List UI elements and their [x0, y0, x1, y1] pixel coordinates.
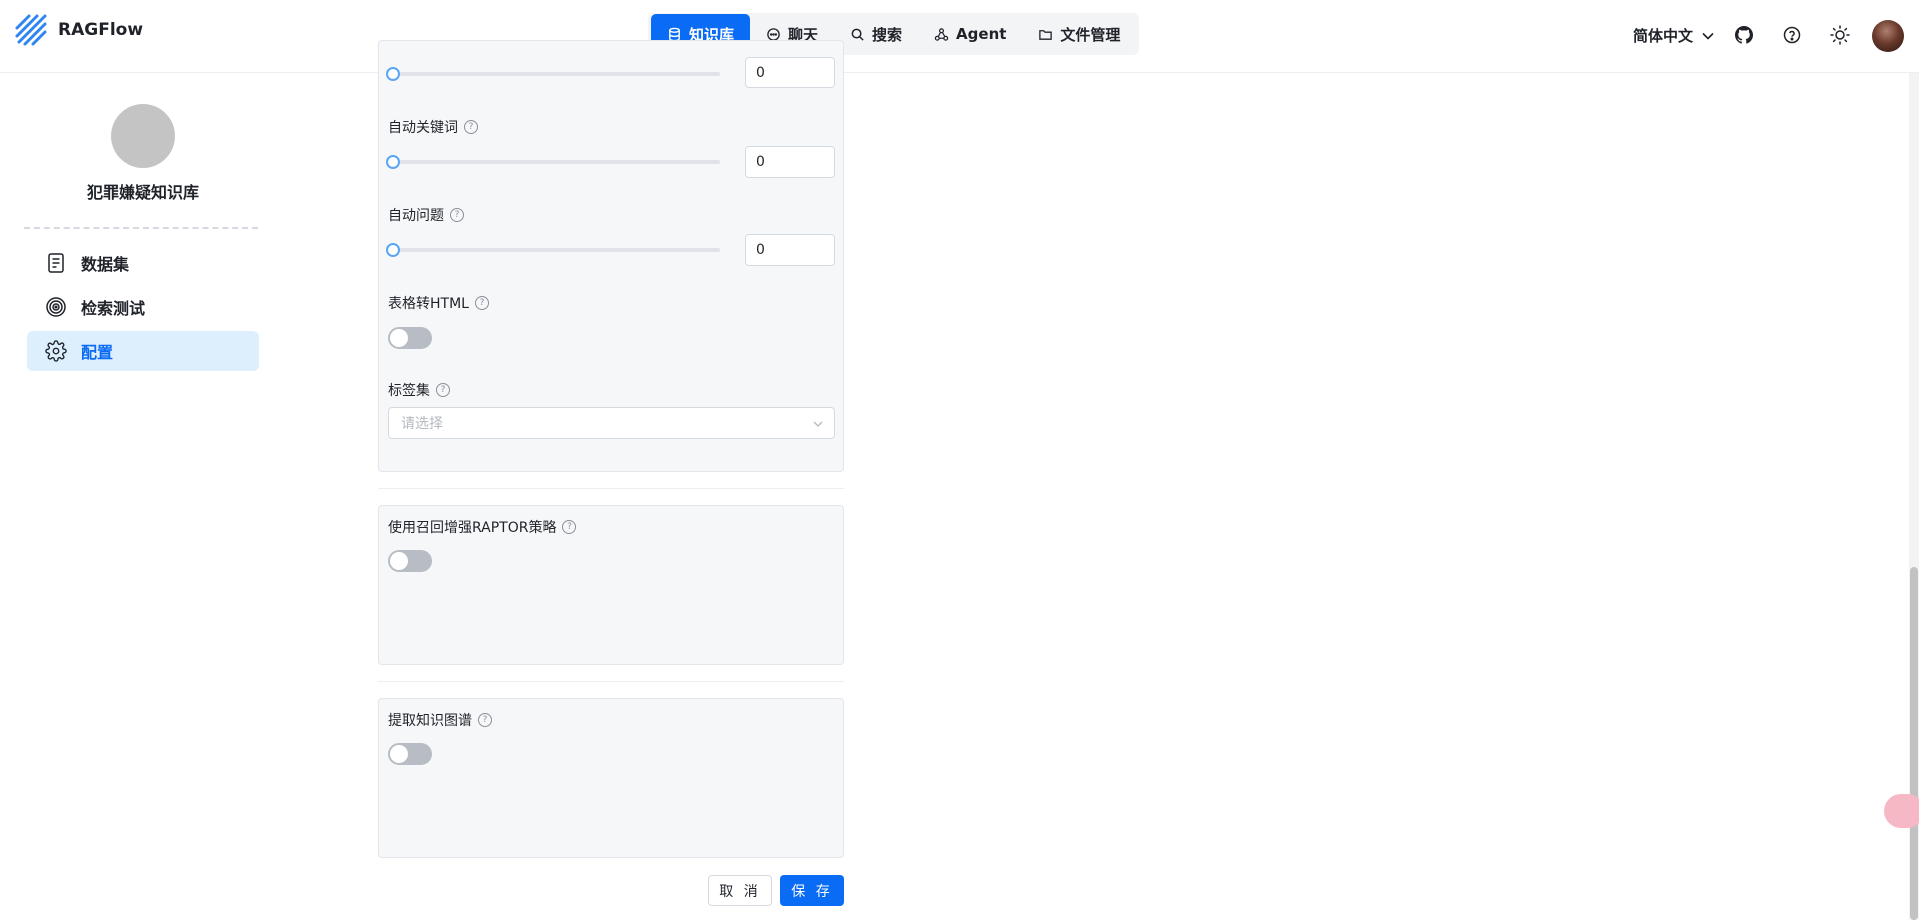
sidebar-item-dataset[interactable]: 数据集: [27, 243, 259, 283]
sidebar-item-config[interactable]: 配置: [27, 331, 259, 371]
nav-file-management-label: 文件管理: [1060, 25, 1121, 44]
table-to-html-toggle[interactable]: [388, 327, 432, 349]
ragflow-logo-icon[interactable]: [14, 13, 48, 47]
document-icon: [48, 253, 64, 273]
search-icon: [851, 28, 864, 41]
brand-name: RAGFlow: [58, 20, 144, 40]
nav-search[interactable]: 搜索: [834, 14, 918, 54]
nav-file-management[interactable]: 文件管理: [1022, 14, 1136, 54]
top-slider-handle[interactable]: [386, 67, 400, 81]
raptor-text: 使用召回增强RAPTOR策略: [388, 520, 557, 536]
sidebar-item-label: 检索测试: [81, 299, 146, 318]
auto-keywords-slider-handle[interactable]: [386, 155, 400, 169]
table-to-html-label: 表格转HTML ?: [388, 293, 489, 313]
help-circle-icon[interactable]: ?: [450, 208, 464, 222]
chevron-down-icon: [813, 421, 823, 427]
knowledge-base-name: 犯罪嫌疑知识库: [86, 183, 199, 202]
folder-icon: [1039, 29, 1053, 40]
sidebar-item-retrieval-test[interactable]: 检索测试: [27, 287, 259, 327]
save-button[interactable]: 保 存: [780, 875, 844, 906]
knowledge-graph-toggle[interactable]: [388, 743, 432, 765]
knowledge-base-avatar: [111, 104, 175, 168]
nav-search-label: 搜索: [872, 25, 903, 44]
help-circle-icon[interactable]: ?: [474, 296, 489, 310]
section-divider: [378, 681, 844, 682]
tag-set-placeholder: 请选择: [401, 416, 443, 432]
table-to-html-text: 表格转HTML: [388, 296, 469, 312]
auto-keywords-label: 自动关键词 ?: [388, 117, 478, 137]
raptor-label: 使用召回增强RAPTOR策略 ?: [388, 517, 577, 537]
language-label: 简体中文: [1633, 27, 1694, 45]
auto-questions-slider-handle[interactable]: [386, 243, 400, 257]
knowledge-graph-label: 提取知识图谱 ?: [388, 710, 492, 730]
translate-widget-icon[interactable]: [1884, 794, 1919, 828]
cancel-button[interactable]: 取 消: [708, 875, 772, 906]
chevron-down-icon: [1702, 32, 1714, 40]
help-circle-icon[interactable]: ?: [562, 520, 577, 534]
auto-questions-input[interactable]: 0: [745, 234, 835, 266]
auto-questions-label: 自动问题 ?: [388, 205, 464, 225]
tag-set-text: 标签集: [388, 383, 430, 399]
user-avatar[interactable]: [1872, 20, 1904, 52]
top-number-input[interactable]: 0: [745, 57, 835, 88]
auto-questions-slider-track: [393, 248, 720, 252]
help-circle-icon[interactable]: ?: [464, 120, 478, 134]
gear-icon: [45, 340, 67, 362]
nav-agent[interactable]: Agent: [918, 14, 1022, 54]
scrollbar-thumb[interactable]: [1910, 567, 1918, 920]
auto-keywords-slider-track: [393, 160, 720, 164]
auto-keywords-text: 自动关键词: [388, 120, 458, 136]
language-selector[interactable]: 简体中文: [1633, 25, 1715, 46]
sidebar-item-label: 配置: [81, 343, 114, 362]
tag-set-select[interactable]: 请选择: [388, 407, 835, 439]
auto-keywords-input[interactable]: 0: [745, 146, 835, 178]
section-divider: [378, 488, 844, 489]
auto-questions-text: 自动问题: [388, 208, 444, 224]
target-icon: [46, 297, 66, 317]
tag-set-label: 标签集 ?: [388, 380, 450, 400]
help-circle-icon[interactable]: ?: [478, 713, 492, 727]
sidebar-item-label: 数据集: [81, 255, 130, 274]
nav-agent-label: Agent: [956, 25, 1007, 43]
theme-toggle-icon[interactable]: [1829, 24, 1851, 46]
top-slider-track: [393, 72, 720, 76]
github-icon[interactable]: [1733, 24, 1755, 46]
top-header: RAGFlow 知识库 聊天 搜索 Agent 文件管理 简体中文: [0, 0, 1919, 73]
raptor-toggle[interactable]: [388, 550, 432, 572]
help-circle-icon[interactable]: ?: [436, 383, 450, 397]
agent-icon: [934, 27, 949, 41]
help-icon[interactable]: [1781, 24, 1803, 46]
knowledge-graph-text: 提取知识图谱: [388, 713, 472, 729]
sidebar-divider: [24, 227, 258, 229]
